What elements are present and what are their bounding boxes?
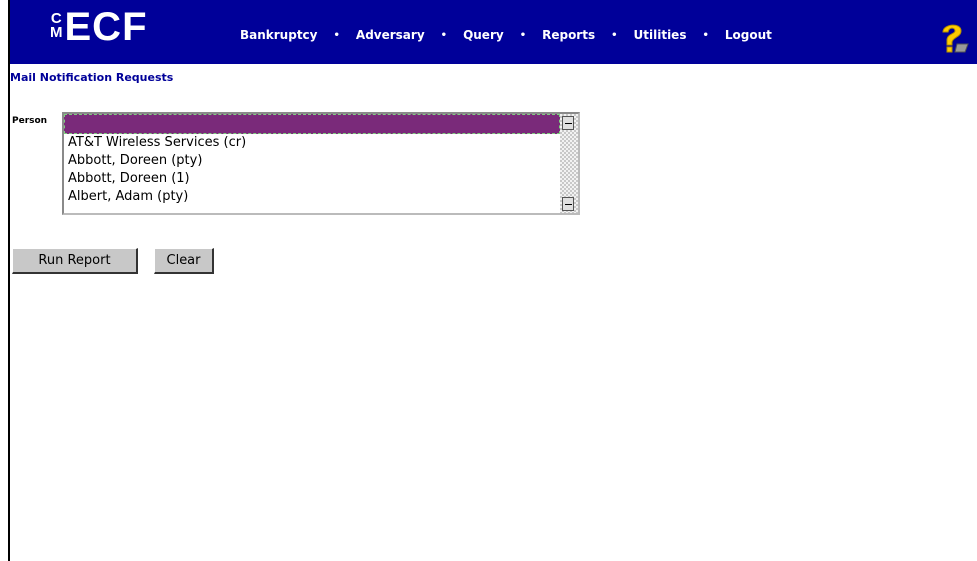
list-option[interactable]: Abbott, Doreen (pty) [64, 152, 560, 170]
scroll-up-icon [564, 122, 572, 124]
menu-reports[interactable]: Reports [542, 28, 595, 42]
cmecf-logo: C M ECF [50, 6, 148, 52]
logo-cm-letters: C M [50, 11, 63, 41]
scroll-up-button[interactable] [562, 116, 574, 130]
run-report-button[interactable]: Run Report [12, 248, 138, 274]
menu-adversary[interactable]: Adversary [356, 28, 425, 42]
left-border-line [8, 0, 10, 561]
list-option[interactable]: Abbott, Doreen (1) [64, 170, 560, 188]
list-option[interactable]: AT&T Wireless Services (cr) [64, 134, 560, 152]
menu-query[interactable]: Query [463, 28, 504, 42]
scroll-down-button[interactable] [562, 197, 574, 211]
menu-separator: • [440, 29, 448, 41]
logo-letter-m: M [50, 24, 63, 41]
menu-bankruptcy[interactable]: Bankruptcy [240, 28, 318, 42]
logo-ecf-text: ECF [64, 5, 148, 49]
listbox-scrollbar[interactable] [560, 114, 578, 213]
menu-logout[interactable]: Logout [725, 28, 772, 42]
menu-separator: • [333, 29, 340, 41]
person-listbox[interactable]: AT&T Wireless Services (cr) Abbott, Dore… [62, 112, 580, 215]
menu-separator: • [611, 29, 618, 41]
person-label: Person [12, 116, 48, 126]
clear-button[interactable]: Clear [154, 248, 214, 274]
list-option[interactable]: Albert, Adam (pty) [64, 188, 560, 206]
question-mark-icon[interactable] [935, 20, 971, 56]
scroll-down-icon [564, 203, 572, 205]
menu-utilities[interactable]: Utilities [634, 28, 687, 42]
page-title: Mail Notification Requests [10, 71, 174, 84]
list-option-selected[interactable] [64, 114, 560, 134]
main-menu: Bankruptcy • Adversary • Query • Reports… [240, 28, 772, 42]
top-navigation-bar: C M ECF Bankruptcy • Adversary • Query •… [10, 0, 977, 64]
person-options: AT&T Wireless Services (cr) Abbott, Dore… [64, 114, 560, 206]
menu-separator: • [702, 29, 709, 41]
menu-separator: • [519, 29, 527, 41]
